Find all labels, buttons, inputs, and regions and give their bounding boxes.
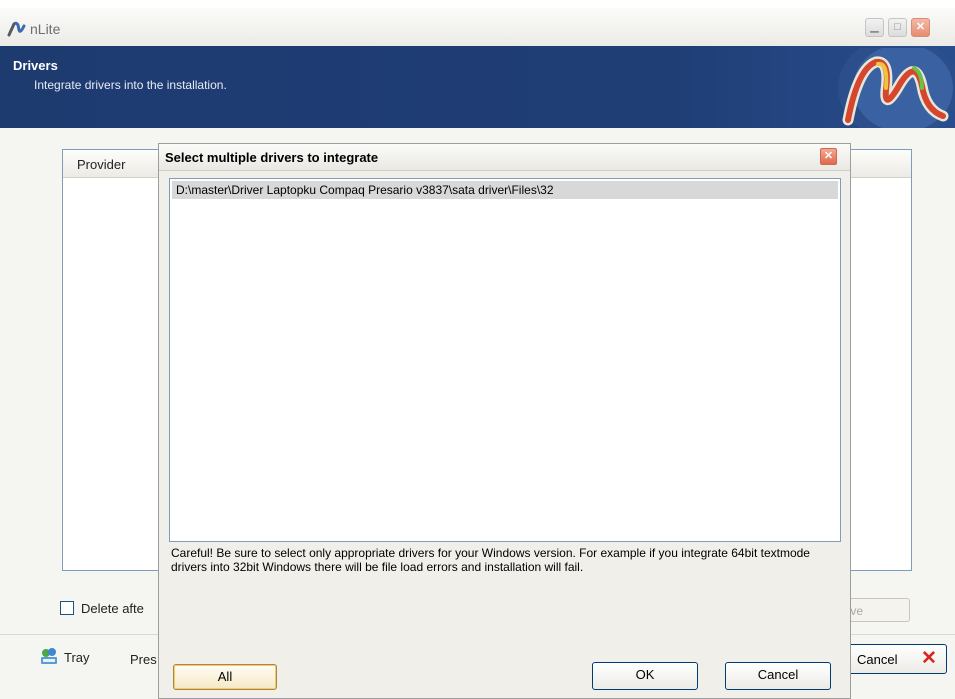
dialog-title: Select multiple drivers to integrate: [165, 150, 379, 165]
cancel-button[interactable]: Cancel ✕: [848, 644, 947, 674]
close-button[interactable]: ✕: [911, 18, 930, 37]
delete-checkbox[interactable]: [60, 601, 74, 615]
page-subtitle: Integrate drivers into the installation.: [34, 78, 227, 92]
dialog-close-button[interactable]: ✕: [820, 148, 837, 165]
warning-text: Careful! Be sure to select only appropri…: [171, 546, 810, 574]
window-title: nLite: [30, 21, 61, 37]
nlite-banner-logo-icon: [838, 48, 955, 128]
minimize-button[interactable]: ▁: [865, 18, 884, 37]
driver-path-list[interactable]: D:\master\Driver Laptopku Compaq Presari…: [169, 178, 841, 542]
tray-label: Tray: [64, 650, 90, 665]
dialog-cancel-label: Cancel: [757, 667, 799, 682]
select-drivers-dialog: Select multiple drivers to integrate ✕ D…: [158, 143, 851, 699]
close-icon: ✕: [823, 150, 834, 162]
title-bar[interactable]: nLite ▁ □ ✕: [0, 8, 955, 46]
maximize-button[interactable]: □: [888, 18, 907, 37]
delete-checkbox-label: Delete afte: [81, 601, 144, 616]
ok-button[interactable]: OK: [592, 662, 698, 690]
ok-label: OK: [635, 667, 655, 682]
cancel-x-icon: ✕: [921, 648, 937, 669]
column-header-provider[interactable]: Provider: [77, 157, 125, 172]
select-all-label: All: [217, 669, 233, 684]
minimize-icon: ▁: [870, 21, 879, 33]
header-banner: Drivers Integrate drivers into the insta…: [0, 46, 955, 128]
select-all-button[interactable]: All: [173, 664, 277, 690]
dialog-title-bar[interactable]: Select multiple drivers to integrate ✕: [159, 144, 850, 171]
cancel-button-label: Cancel: [857, 652, 898, 667]
nlite-logo-icon: [7, 21, 26, 37]
driver-path-text: D:\master\Driver Laptopku Compaq Presari…: [176, 183, 554, 197]
tray-icon: [41, 648, 57, 664]
dialog-cancel-button[interactable]: Cancel: [725, 662, 831, 690]
page-title: Drivers: [13, 58, 58, 73]
maximize-icon: □: [894, 21, 901, 33]
list-item[interactable]: D:\master\Driver Laptopku Compaq Presari…: [172, 181, 838, 199]
close-icon: ✕: [915, 21, 926, 33]
press-label: Pres: [130, 652, 157, 667]
